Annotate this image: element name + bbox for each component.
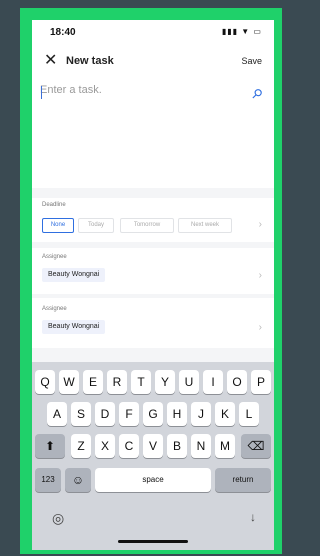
chevron-right-icon[interactable]: › xyxy=(259,219,262,230)
text-cursor xyxy=(41,86,42,99)
task-content: ⚲ xyxy=(32,78,274,188)
space-key[interactable]: space xyxy=(95,468,211,492)
emoji-key[interactable]: ☺ xyxy=(65,468,91,492)
key-x[interactable]: X xyxy=(95,434,115,458)
key-e[interactable]: E xyxy=(83,370,103,394)
key-i[interactable]: I xyxy=(203,370,223,394)
save-button[interactable]: Save xyxy=(241,56,262,66)
status-bar: 18:40 ▮▮▮ ▼ ▭ xyxy=(32,20,274,44)
deadline-label: Deadline xyxy=(42,202,66,208)
assignee-tag[interactable]: Beauty Wongnai xyxy=(42,268,106,282)
deadline-option-tomorrow[interactable]: Tomorrow xyxy=(120,218,174,233)
assignee-label: Assignee xyxy=(42,254,67,260)
deadline-section: Deadline None Today Tomorrow Next week › xyxy=(32,198,274,242)
key-q[interactable]: Q xyxy=(35,370,55,394)
key-n[interactable]: N xyxy=(191,434,211,458)
paperclip-icon[interactable]: ⚲ xyxy=(248,85,266,103)
globe-icon[interactable]: ◎ xyxy=(52,510,64,527)
assignee-section[interactable]: Assignee Beauty Wongnai › xyxy=(32,248,274,294)
key-l[interactable]: L xyxy=(239,402,259,426)
key-k[interactable]: K xyxy=(215,402,235,426)
task-input[interactable] xyxy=(40,84,240,96)
deadline-option-next-week[interactable]: Next week xyxy=(178,218,232,233)
assignee-label: Assignee xyxy=(42,306,67,312)
home-indicator xyxy=(118,540,188,543)
close-icon[interactable]: ✕ xyxy=(44,53,57,69)
key-m[interactable]: M xyxy=(215,434,235,458)
key-a[interactable]: A xyxy=(47,402,67,426)
microphone-icon[interactable]: ↓ xyxy=(250,510,256,524)
page-title: New task xyxy=(66,55,114,67)
assignee-tag[interactable]: Beauty Wongnai xyxy=(42,320,106,334)
assignee-section[interactable]: Assignee Beauty Wongnai › xyxy=(32,298,274,348)
deadline-option-today[interactable]: Today xyxy=(78,218,114,233)
status-icons: ▮▮▮ ▼ ▭ xyxy=(221,27,262,36)
key-r[interactable]: R xyxy=(107,370,127,394)
key-y[interactable]: Y xyxy=(155,370,175,394)
key-o[interactable]: O xyxy=(227,370,247,394)
header: ✕ New task Save xyxy=(32,44,274,78)
key-u[interactable]: U xyxy=(179,370,199,394)
chevron-right-icon[interactable]: › xyxy=(259,270,262,281)
return-key[interactable]: return xyxy=(215,468,271,492)
shift-key[interactable]: ⬆ xyxy=(35,434,65,458)
key-h[interactable]: H xyxy=(167,402,187,426)
deadline-option-none[interactable]: None xyxy=(42,218,74,233)
key-v[interactable]: V xyxy=(143,434,163,458)
phone-screen: 18:40 ▮▮▮ ▼ ▭ ✕ New task Save ⚲ Deadline… xyxy=(32,20,274,550)
key-b[interactable]: B xyxy=(167,434,187,458)
chevron-right-icon[interactable]: › xyxy=(259,322,262,333)
key-t[interactable]: T xyxy=(131,370,151,394)
backspace-key[interactable]: ⌫ xyxy=(241,434,271,458)
numbers-key[interactable]: 123 xyxy=(35,468,61,492)
key-w[interactable]: W xyxy=(59,370,79,394)
key-z[interactable]: Z xyxy=(71,434,91,458)
key-j[interactable]: J xyxy=(191,402,211,426)
key-g[interactable]: G xyxy=(143,402,163,426)
key-c[interactable]: C xyxy=(119,434,139,458)
key-s[interactable]: S xyxy=(71,402,91,426)
key-d[interactable]: D xyxy=(95,402,115,426)
key-f[interactable]: F xyxy=(119,402,139,426)
status-time: 18:40 xyxy=(50,27,76,38)
key-p[interactable]: P xyxy=(251,370,271,394)
